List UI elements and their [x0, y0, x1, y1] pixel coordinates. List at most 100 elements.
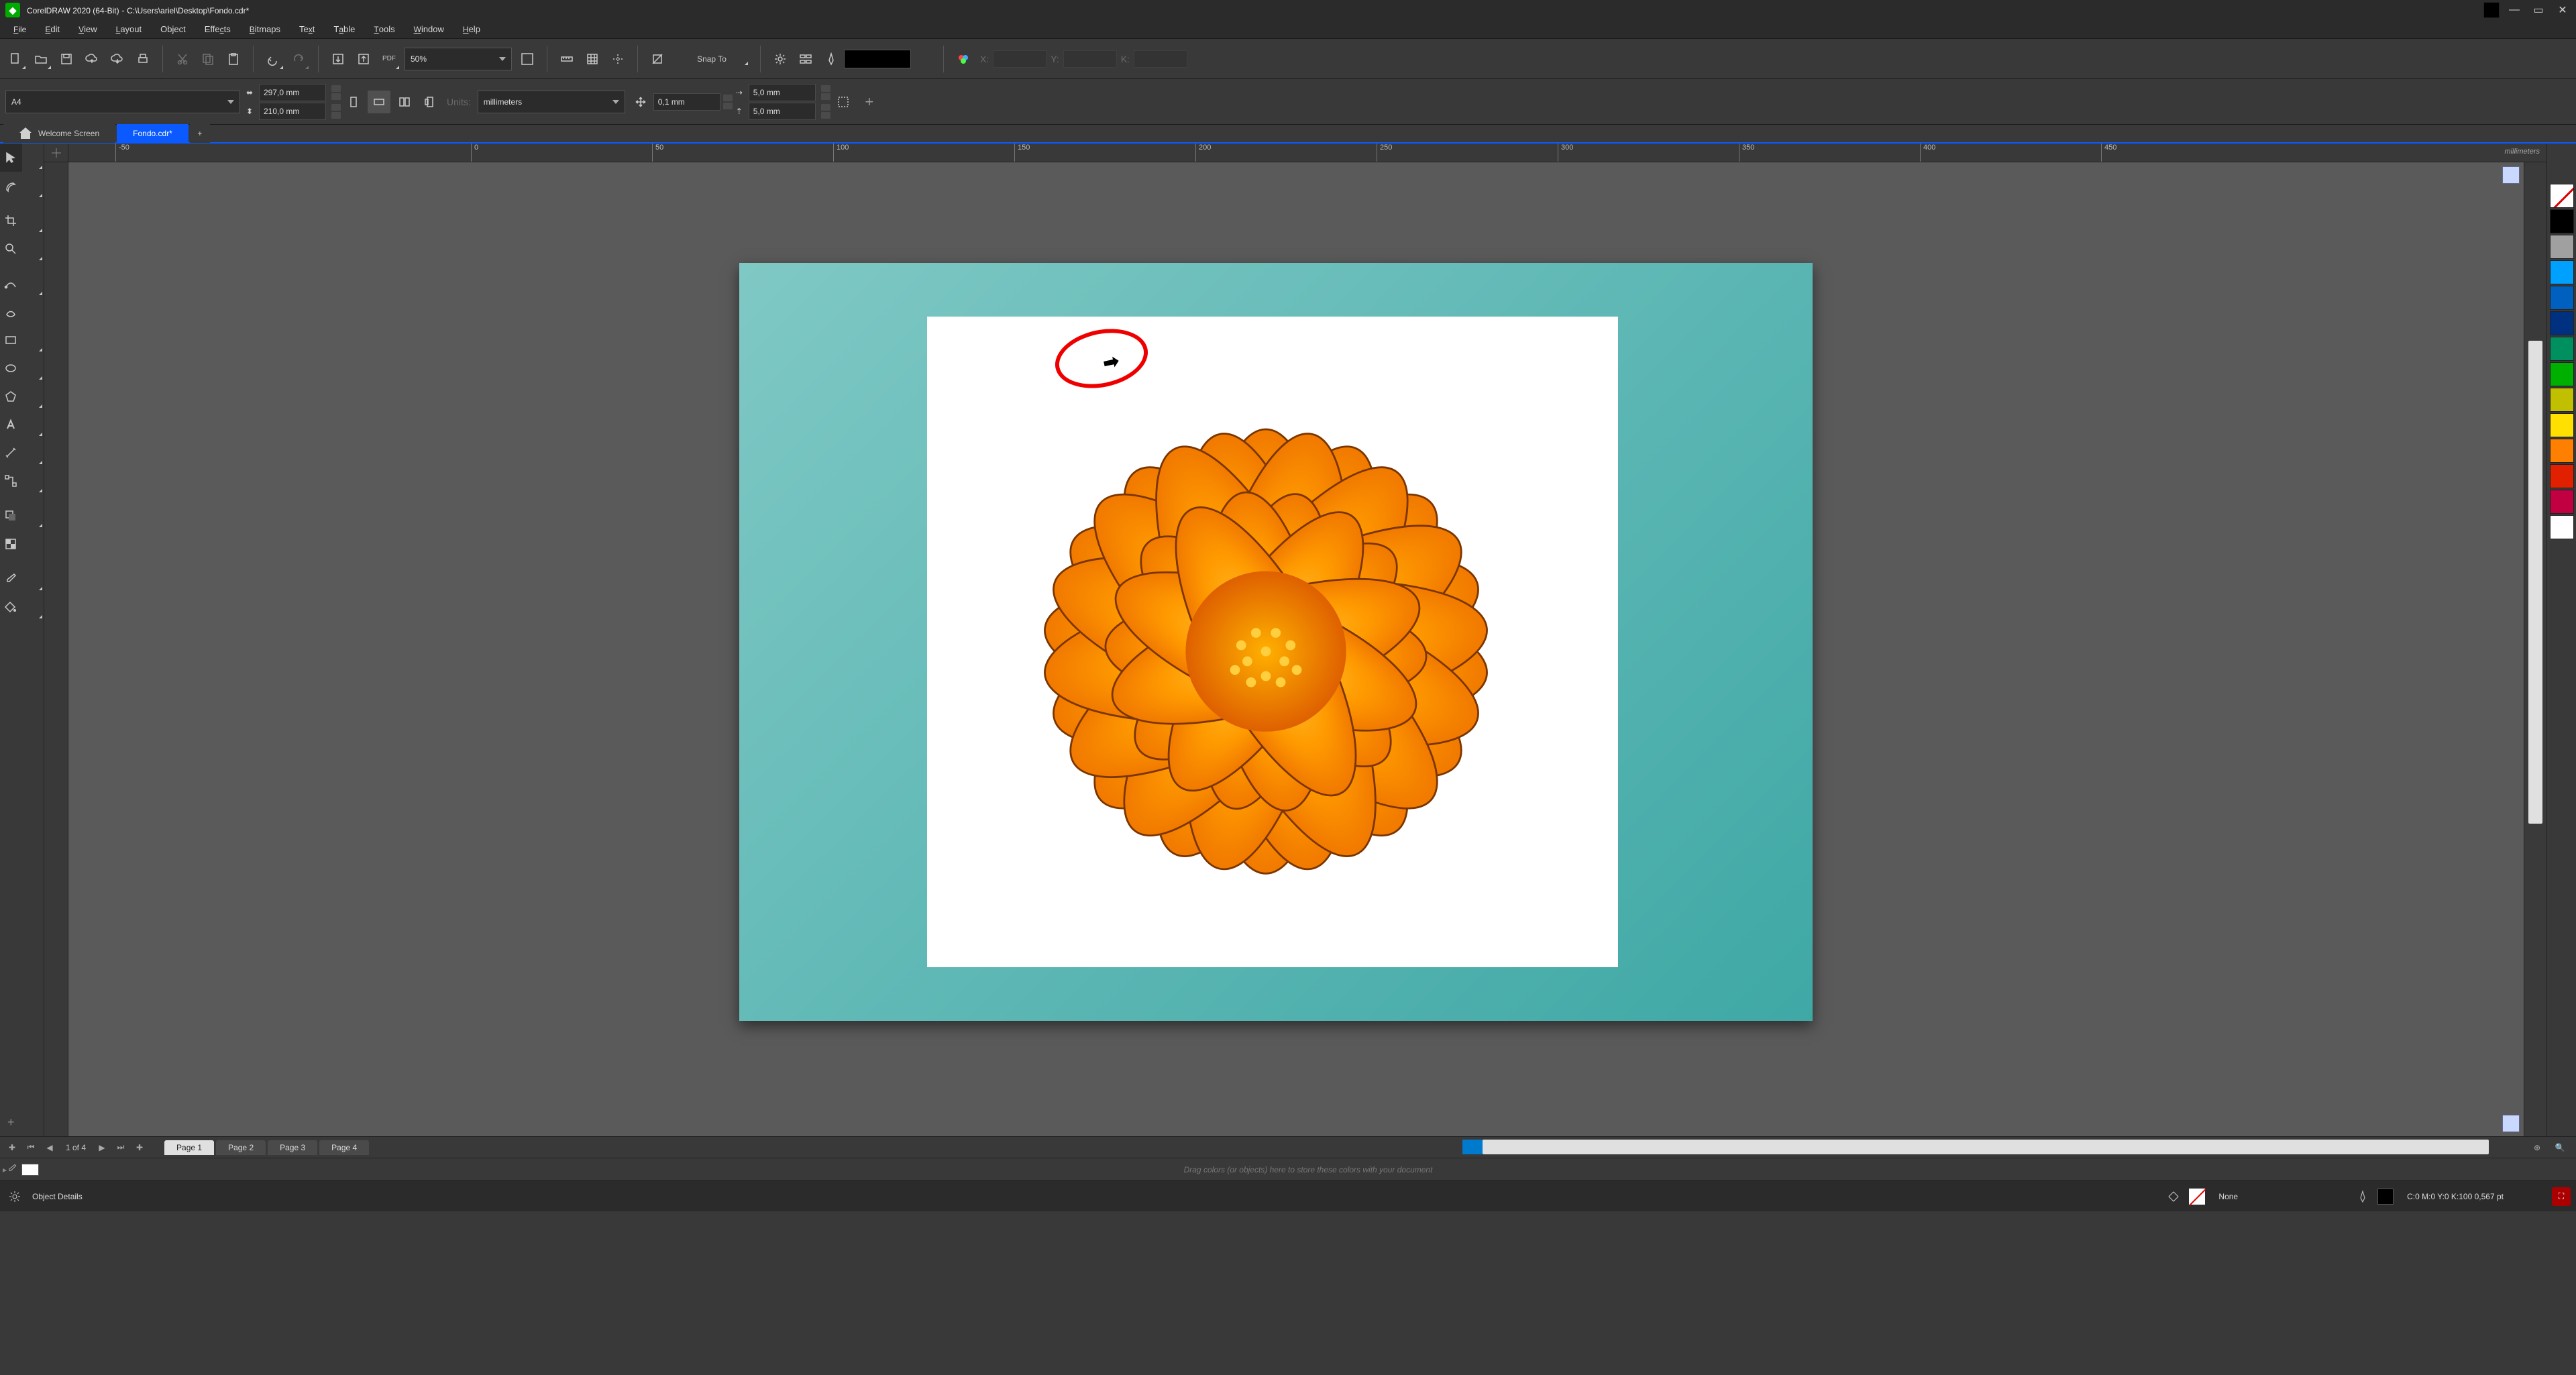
cloud-open-icon[interactable] — [80, 48, 103, 70]
shape-tool-flyout[interactable] — [22, 172, 44, 200]
polygon-tool-flyout[interactable] — [22, 382, 44, 410]
ellipse-tool-flyout[interactable] — [22, 354, 44, 382]
minimize-button[interactable]: — — [2502, 0, 2526, 20]
all-pages-button[interactable] — [393, 91, 416, 113]
zoom-tool[interactable] — [0, 235, 22, 263]
fullscreen-preview-button[interactable] — [516, 48, 539, 70]
color-proof-icon[interactable]: ⛶ — [2552, 1187, 2571, 1206]
portrait-button[interactable] — [342, 91, 365, 113]
horizontal-scrollbar[interactable] — [1462, 1140, 2509, 1154]
vertical-scrollbar[interactable] — [2524, 162, 2546, 1136]
polygon-tool[interactable] — [0, 382, 22, 410]
menu-view[interactable]: View — [69, 21, 107, 37]
fill-tool-flyout[interactable] — [22, 593, 44, 621]
color-swatch[interactable] — [2550, 260, 2574, 284]
view-navigator-top-icon[interactable] — [2502, 166, 2520, 184]
page-tab-1[interactable]: Page 1 — [164, 1140, 214, 1155]
color-swatch[interactable] — [2550, 439, 2574, 463]
color-swatch[interactable] — [2550, 388, 2574, 412]
menu-layout[interactable]: Layout — [107, 21, 152, 37]
connector-tool[interactable] — [0, 467, 22, 495]
coord-y-input[interactable] — [1063, 50, 1117, 68]
coord-x-input[interactable] — [993, 50, 1046, 68]
transparency-tool[interactable] — [0, 530, 22, 558]
menu-text[interactable]: Text — [290, 21, 324, 37]
layout-reset-icon[interactable] — [2481, 0, 2502, 20]
publish-pdf-button[interactable]: PDF — [378, 48, 400, 70]
color-swatch[interactable] — [2550, 286, 2574, 310]
export-button[interactable] — [352, 48, 375, 70]
scroll-right-button[interactable] — [2489, 1140, 2509, 1154]
landscape-button[interactable] — [368, 91, 390, 113]
color-swatch[interactable] — [2550, 209, 2574, 233]
page-tab-2[interactable]: Page 2 — [216, 1140, 266, 1155]
menu-window[interactable]: Window — [405, 21, 453, 37]
tray-eyedropper-icon[interactable] — [7, 1163, 17, 1176]
coord-k-input[interactable] — [1134, 50, 1187, 68]
show-guidelines-button[interactable] — [606, 48, 629, 70]
horizontal-ruler[interactable]: -50 0 50 100 150 200 250 300 350 400 450… — [44, 144, 2546, 162]
zoom-tool-flyout[interactable] — [22, 235, 44, 263]
crop-tool-flyout[interactable] — [22, 207, 44, 235]
open-button[interactable] — [30, 48, 52, 70]
import-button[interactable] — [327, 48, 350, 70]
add-page-after-button[interactable]: ✚ — [131, 1139, 148, 1156]
eyedropper-tool-flyout[interactable] — [22, 565, 44, 593]
page-preset-dropdown[interactable]: A4 — [5, 91, 240, 113]
treat-as-filled-button[interactable] — [832, 91, 855, 113]
toolbox-add-button[interactable]: + — [0, 1108, 22, 1136]
paste-button[interactable] — [222, 48, 245, 70]
dup-y-input[interactable]: 5,0 mm — [749, 103, 816, 120]
navigator-icon[interactable]: 🔍 — [2551, 1139, 2569, 1156]
menu-edit[interactable]: Edit — [36, 21, 69, 37]
redo-button[interactable] — [287, 48, 310, 70]
fill-indicator-icon[interactable] — [2165, 1187, 2184, 1206]
color-swatch[interactable] — [2550, 337, 2574, 361]
document-tab-active[interactable]: Fondo.cdr* — [117, 124, 189, 143]
color-swatch[interactable] — [2550, 464, 2574, 488]
menu-file[interactable]: File — [4, 21, 36, 37]
undo-button[interactable] — [262, 48, 284, 70]
hscroll-thumb[interactable] — [1483, 1140, 2489, 1154]
color-swatch[interactable] — [2550, 490, 2574, 514]
parallel-dim-tool[interactable] — [0, 439, 22, 467]
nudge-input[interactable]: 0,1 mm — [653, 93, 720, 111]
freehand-tool[interactable] — [0, 270, 22, 298]
print-button[interactable] — [131, 48, 154, 70]
new-document-tab-button[interactable]: + — [190, 124, 210, 143]
drop-shadow-tool[interactable] — [0, 502, 22, 530]
scroll-left-button[interactable] — [1462, 1140, 1483, 1154]
menu-effects[interactable]: Effects — [195, 21, 240, 37]
first-page-button[interactable]: ⏮ — [22, 1139, 40, 1156]
maximize-button[interactable]: ▭ — [2526, 0, 2551, 20]
show-rulers-button[interactable] — [555, 48, 578, 70]
view-navigator-bottom-icon[interactable] — [2502, 1115, 2520, 1132]
save-button[interactable] — [55, 48, 78, 70]
bitmap-object[interactable]: ➡ — [927, 317, 1618, 967]
color-swatch[interactable] — [2550, 362, 2574, 386]
tray-swatch[interactable] — [21, 1164, 39, 1176]
text-tool[interactable] — [0, 410, 22, 439]
page-width-input[interactable]: 297,0 mm — [259, 84, 326, 101]
scroll-up-button[interactable] — [2524, 166, 2546, 186]
page-tab-3[interactable]: Page 3 — [268, 1140, 317, 1155]
ellipse-tool[interactable] — [0, 354, 22, 382]
menu-help[interactable]: Help — [453, 21, 490, 37]
fill-color-swatch[interactable] — [844, 50, 911, 68]
rectangle-tool-flyout[interactable] — [22, 326, 44, 354]
welcome-tab[interactable]: Welcome Screen — [3, 124, 115, 143]
color-swatch[interactable] — [2550, 311, 2574, 335]
snap-off-button[interactable] — [646, 48, 669, 70]
zoom-nav-icon[interactable]: ⊕ — [2528, 1139, 2546, 1156]
text-tool-flyout[interactable] — [22, 410, 44, 439]
crop-tool[interactable] — [0, 207, 22, 235]
snap-to-dropdown[interactable]: Snap To — [672, 48, 752, 70]
pen-tool-icon[interactable] — [820, 48, 843, 70]
menu-bitmaps[interactable]: Bitmaps — [240, 21, 290, 37]
menu-object[interactable]: Object — [151, 21, 195, 37]
color-swatch[interactable] — [2550, 413, 2574, 437]
page-tab-4[interactable]: Page 4 — [319, 1140, 369, 1155]
current-page-button[interactable] — [419, 91, 441, 113]
last-page-button[interactable]: ⏭ — [112, 1139, 129, 1156]
shape-tool[interactable] — [0, 172, 22, 200]
